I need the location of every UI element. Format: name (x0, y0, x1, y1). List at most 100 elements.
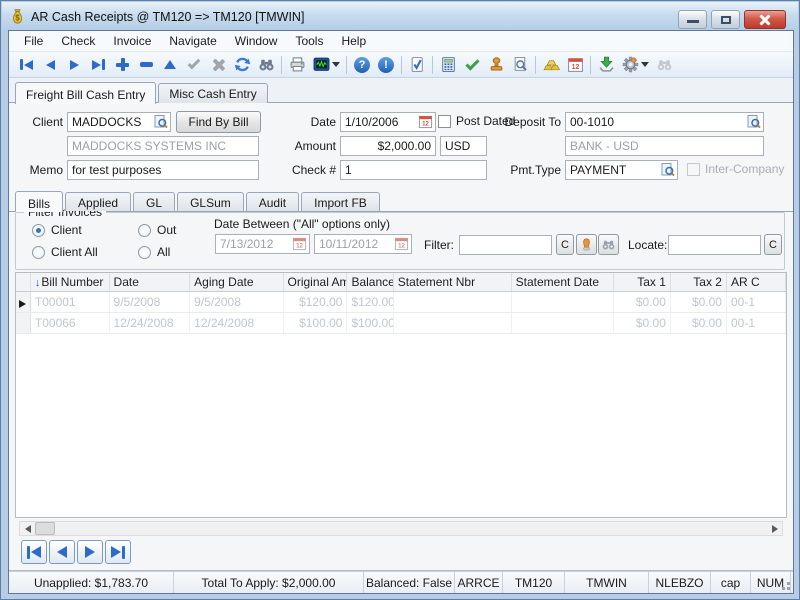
find-button[interactable] (254, 54, 278, 76)
print-preview-button[interactable] (508, 54, 532, 76)
filter-clear-button[interactable]: C (556, 234, 574, 255)
subtab-applied[interactable]: Applied (65, 192, 131, 211)
radio-client-all[interactable] (32, 246, 45, 259)
menu-check[interactable]: Check (52, 32, 104, 50)
menu-window[interactable]: Window (226, 32, 287, 50)
menu-file[interactable]: File (15, 32, 52, 50)
lookup-icon[interactable] (660, 162, 676, 178)
subtab-import-fb[interactable]: Import FB (301, 192, 380, 211)
cell-statement-nbr[interactable] (394, 292, 512, 312)
menu-navigate[interactable]: Navigate (160, 32, 225, 50)
nav-prior-button[interactable] (49, 540, 75, 564)
cell-original-amt[interactable]: $120.00 (284, 292, 348, 312)
menu-help[interactable]: Help (332, 32, 375, 50)
deposit-name-input[interactable] (565, 136, 764, 156)
cell-statement-date[interactable] (512, 292, 614, 312)
tab-misc-cash-entry[interactable]: Misc Cash Entry (158, 83, 267, 103)
nav-first-button[interactable] (21, 540, 47, 564)
subtab-audit[interactable]: Audit (246, 192, 299, 211)
memo-input[interactable] (67, 160, 259, 180)
calendar-icon[interactable]: 12 (292, 236, 308, 252)
header-ar-c[interactable]: AR C (727, 273, 786, 291)
trace-button[interactable] (652, 54, 676, 76)
next-record-button[interactable] (62, 54, 86, 76)
header-tax-2[interactable]: Tax 2 (671, 273, 727, 291)
nav-last-button[interactable] (105, 540, 131, 564)
cell-ar-c[interactable]: 00-1 (727, 313, 786, 333)
cell-tax-1[interactable]: $0.00 (614, 313, 671, 333)
header-tax-1[interactable]: Tax 1 (614, 273, 671, 291)
edit-notes-button[interactable] (405, 54, 429, 76)
cell-date[interactable]: 12/24/2008 (110, 313, 191, 333)
delete-record-button[interactable] (134, 54, 158, 76)
filter-input[interactable] (459, 235, 552, 255)
radio-client[interactable] (32, 224, 45, 237)
settings-button[interactable] (618, 54, 652, 76)
cell-statement-date[interactable] (512, 313, 614, 333)
insert-record-button[interactable] (110, 54, 134, 76)
about-button[interactable]: ! (374, 54, 398, 76)
cell-bill-number[interactable]: T00066 (31, 313, 110, 333)
menu-invoice[interactable]: Invoice (104, 32, 160, 50)
cell-bill-number[interactable]: T00001 (31, 292, 110, 312)
header-balance[interactable]: Balance (347, 273, 393, 291)
cell-balance[interactable]: $100.00 (347, 313, 393, 333)
client-name-input[interactable] (67, 136, 259, 156)
cell-statement-nbr[interactable] (394, 313, 512, 333)
tab-freight-bill-cash-entry[interactable]: Freight Bill Cash Entry (15, 82, 156, 104)
check-number-input[interactable] (340, 160, 487, 180)
cell-tax-2[interactable]: $0.00 (671, 313, 727, 333)
radio-client-row[interactable]: Client (32, 223, 82, 237)
header-original-amt[interactable]: Original Amt (284, 273, 348, 291)
header-date[interactable]: Date (110, 273, 191, 291)
help-button[interactable]: ? (350, 54, 374, 76)
resize-grip[interactable] (791, 572, 793, 593)
close-button[interactable] (744, 10, 786, 29)
import-fb-button[interactable] (594, 54, 618, 76)
locate-input[interactable] (668, 235, 761, 255)
cell-balance[interactable]: $120.00 (347, 292, 393, 312)
minimize-button[interactable] (678, 10, 707, 29)
lookup-icon[interactable] (153, 114, 169, 130)
header-aging-date[interactable]: Aging Date (190, 273, 283, 291)
cell-aging-date[interactable]: 12/24/2008 (190, 313, 283, 333)
subtab-gl[interactable]: GL (133, 192, 175, 211)
calendar-button[interactable]: 12 (563, 54, 587, 76)
radio-out[interactable] (138, 224, 151, 237)
restore-button[interactable] (711, 10, 740, 29)
approve-button[interactable] (460, 54, 484, 76)
header-bill-number[interactable]: ↓Bill Number (31, 273, 110, 291)
titlebar[interactable]: $ AR Cash Receipts @ TM120 => TM120 [TMW… (2, 2, 798, 31)
table-row[interactable]: T00066 12/24/2008 12/24/2008 $100.00 $10… (16, 313, 786, 334)
nav-next-button[interactable] (77, 540, 103, 564)
cell-tax-1[interactable]: $0.00 (614, 292, 671, 312)
radio-all[interactable] (138, 246, 151, 259)
cell-ar-c[interactable]: 00-1 (727, 292, 786, 312)
menu-tools[interactable]: Tools (286, 32, 332, 50)
table-row[interactable]: T00001 9/5/2008 9/5/2008 $120.00 $120.00… (16, 292, 786, 313)
edit-record-button[interactable] (158, 54, 182, 76)
refresh-button[interactable] (230, 54, 254, 76)
print-button[interactable] (285, 54, 309, 76)
radio-all-row[interactable]: All (138, 245, 170, 259)
calendar-icon[interactable]: 12 (418, 114, 434, 130)
cell-original-amt[interactable]: $100.00 (284, 313, 348, 333)
cancel-edit-button[interactable] (206, 54, 230, 76)
funds-button[interactable] (539, 54, 563, 76)
header-statement-nbr[interactable]: Statement Nbr (394, 273, 512, 291)
post-dated-checkbox[interactable] (438, 115, 451, 128)
scroll-left-button[interactable] (20, 522, 35, 535)
cell-date[interactable]: 9/5/2008 (110, 292, 191, 312)
cell-tax-2[interactable]: $0.00 (671, 292, 727, 312)
last-record-button[interactable] (86, 54, 110, 76)
scroll-right-button[interactable] (767, 522, 782, 535)
calculator-button[interactable] (436, 54, 460, 76)
cell-aging-date[interactable]: 9/5/2008 (190, 292, 283, 312)
subtab-glsum[interactable]: GLSum (177, 192, 244, 211)
locate-clear-button[interactable]: C (764, 234, 782, 255)
post-edit-button[interactable] (182, 54, 206, 76)
terminal-button[interactable] (309, 54, 343, 76)
find-by-bill-button[interactable]: Find By Bill (176, 111, 261, 133)
deposit-to-input[interactable] (565, 112, 764, 132)
amount-input[interactable] (340, 136, 436, 156)
